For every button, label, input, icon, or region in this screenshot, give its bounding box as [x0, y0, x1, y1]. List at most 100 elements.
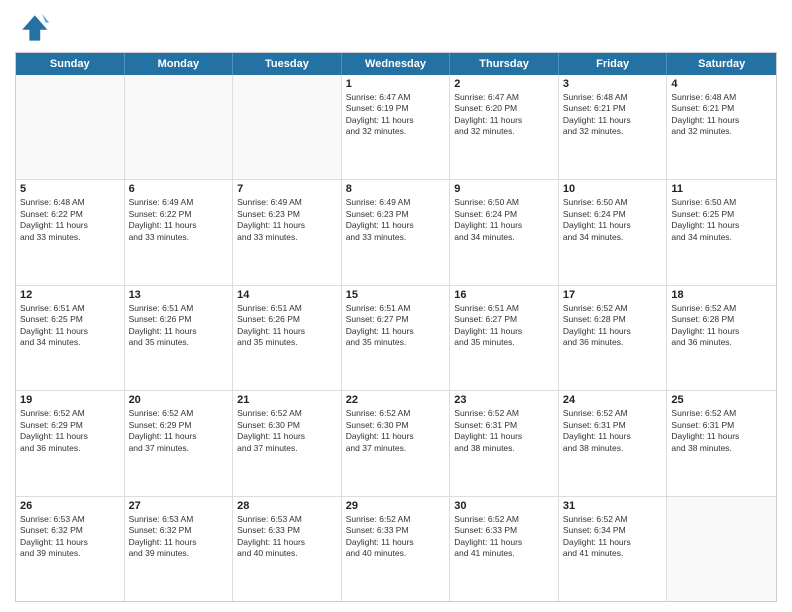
calendar-cell: 13 Sunrise: 6:51 AMSunset: 6:26 PMDayligh…	[125, 286, 234, 390]
cell-info: Sunrise: 6:52 AMSunset: 6:31 PMDaylight:…	[671, 408, 772, 454]
cell-info: Sunrise: 6:52 AMSunset: 6:29 PMDaylight:…	[20, 408, 120, 454]
calendar-cell	[667, 497, 776, 601]
calendar-cell: 4 Sunrise: 6:48 AMSunset: 6:21 PMDaylight…	[667, 75, 776, 179]
calendar-cell: 10Sunrise: 6:50 AMSunset: 6:24 PMDayligh…	[559, 180, 668, 284]
calendar-cell: 5 Sunrise: 6:48 AMSunset: 6:22 PMDaylight…	[16, 180, 125, 284]
day-number: 22	[346, 394, 446, 406]
calendar-cell: 21Sunrise: 6:52 AMSunset: 6:30 PMDayligh…	[233, 391, 342, 495]
day-number: 23	[454, 394, 554, 406]
cell-info: Sunrise: 6:53 AMSunset: 6:32 PMDaylight:…	[129, 514, 229, 560]
calendar: SundayMondayTuesdayWednesdayThursdayFrid…	[15, 52, 777, 602]
day-number: 5	[20, 183, 120, 195]
calendar-row: 19Sunrise: 6:52 AMSunset: 6:29 PMDayligh…	[16, 391, 776, 496]
calendar-cell: 3 Sunrise: 6:48 AMSunset: 6:21 PMDaylight…	[559, 75, 668, 179]
cell-info: Sunrise: 6:49 AMSunset: 6:23 PMDaylight:…	[237, 197, 337, 243]
weekday-header: Tuesday	[233, 53, 342, 75]
weekday-header: Monday	[125, 53, 234, 75]
calendar-row: 12 Sunrise: 6:51 AMSunset: 6:25 PMDayligh…	[16, 286, 776, 391]
day-number: 2	[454, 78, 554, 90]
day-number: 1	[346, 78, 446, 90]
day-number: 4	[671, 78, 772, 90]
day-number: 18	[671, 289, 772, 301]
cell-info: Sunrise: 6:52 AMSunset: 6:28 PMDaylight:…	[671, 303, 772, 349]
calendar-cell: 23 Sunrise: 6:52 AMSunset: 6:31 PMDayligh…	[450, 391, 559, 495]
calendar-cell: 7 Sunrise: 6:49 AMSunset: 6:23 PMDaylight…	[233, 180, 342, 284]
day-number: 27	[129, 500, 229, 512]
cell-info: Sunrise: 6:47 AMSunset: 6:20 PMDaylight:…	[454, 92, 554, 138]
calendar-cell: 31Sunrise: 6:52 AMSunset: 6:34 PMDayligh…	[559, 497, 668, 601]
cell-info: Sunrise: 6:49 AMSunset: 6:23 PMDaylight:…	[346, 197, 446, 243]
calendar-cell: 22 Sunrise: 6:52 AMSunset: 6:30 PMDayligh…	[342, 391, 451, 495]
calendar-cell: 20 Sunrise: 6:52 AMSunset: 6:29 PMDayligh…	[125, 391, 234, 495]
cell-info: Sunrise: 6:51 AMSunset: 6:25 PMDaylight:…	[20, 303, 120, 349]
day-number: 10	[563, 183, 663, 195]
day-number: 14	[237, 289, 337, 301]
calendar-cell: 8 Sunrise: 6:49 AMSunset: 6:23 PMDaylight…	[342, 180, 451, 284]
calendar-cell: 16 Sunrise: 6:51 AMSunset: 6:27 PMDayligh…	[450, 286, 559, 390]
calendar-cell	[233, 75, 342, 179]
calendar-cell: 24 Sunrise: 6:52 AMSunset: 6:31 PMDayligh…	[559, 391, 668, 495]
day-number: 6	[129, 183, 229, 195]
day-number: 15	[346, 289, 446, 301]
calendar-cell	[125, 75, 234, 179]
calendar-cell: 19Sunrise: 6:52 AMSunset: 6:29 PMDayligh…	[16, 391, 125, 495]
day-number: 29	[346, 500, 446, 512]
calendar-cell: 2 Sunrise: 6:47 AMSunset: 6:20 PMDaylight…	[450, 75, 559, 179]
day-number: 3	[563, 78, 663, 90]
calendar-body: 1Sunrise: 6:47 AMSunset: 6:19 PMDaylight…	[16, 75, 776, 601]
day-number: 13	[129, 289, 229, 301]
weekday-header: Saturday	[667, 53, 776, 75]
calendar-cell: 1Sunrise: 6:47 AMSunset: 6:19 PMDaylight…	[342, 75, 451, 179]
cell-info: Sunrise: 6:52 AMSunset: 6:31 PMDaylight:…	[454, 408, 554, 454]
day-number: 20	[129, 394, 229, 406]
weekday-header: Sunday	[16, 53, 125, 75]
cell-info: Sunrise: 6:53 AMSunset: 6:32 PMDaylight:…	[20, 514, 120, 560]
weekday-header: Friday	[559, 53, 668, 75]
cell-info: Sunrise: 6:52 AMSunset: 6:30 PMDaylight:…	[346, 408, 446, 454]
calendar-cell: 15 Sunrise: 6:51 AMSunset: 6:27 PMDayligh…	[342, 286, 451, 390]
day-number: 12	[20, 289, 120, 301]
calendar-cell: 14Sunrise: 6:51 AMSunset: 6:26 PMDayligh…	[233, 286, 342, 390]
cell-info: Sunrise: 6:52 AMSunset: 6:31 PMDaylight:…	[563, 408, 663, 454]
cell-info: Sunrise: 6:53 AMSunset: 6:33 PMDaylight:…	[237, 514, 337, 560]
day-number: 21	[237, 394, 337, 406]
calendar-row: 1Sunrise: 6:47 AMSunset: 6:19 PMDaylight…	[16, 75, 776, 180]
page: SundayMondayTuesdayWednesdayThursdayFrid…	[0, 0, 792, 612]
weekday-header: Thursday	[450, 53, 559, 75]
day-number: 31	[563, 500, 663, 512]
calendar-cell: 27 Sunrise: 6:53 AMSunset: 6:32 PMDayligh…	[125, 497, 234, 601]
calendar-row: 5 Sunrise: 6:48 AMSunset: 6:22 PMDaylight…	[16, 180, 776, 285]
calendar-cell: 30Sunrise: 6:52 AMSunset: 6:33 PMDayligh…	[450, 497, 559, 601]
day-number: 8	[346, 183, 446, 195]
day-number: 16	[454, 289, 554, 301]
cell-info: Sunrise: 6:48 AMSunset: 6:21 PMDaylight:…	[563, 92, 663, 138]
cell-info: Sunrise: 6:52 AMSunset: 6:29 PMDaylight:…	[129, 408, 229, 454]
calendar-row: 26 Sunrise: 6:53 AMSunset: 6:32 PMDayligh…	[16, 497, 776, 601]
day-number: 30	[454, 500, 554, 512]
cell-info: Sunrise: 6:50 AMSunset: 6:25 PMDaylight:…	[671, 197, 772, 243]
calendar-cell: 12 Sunrise: 6:51 AMSunset: 6:25 PMDayligh…	[16, 286, 125, 390]
cell-info: Sunrise: 6:51 AMSunset: 6:27 PMDaylight:…	[454, 303, 554, 349]
calendar-cell: 29 Sunrise: 6:52 AMSunset: 6:33 PMDayligh…	[342, 497, 451, 601]
cell-info: Sunrise: 6:48 AMSunset: 6:21 PMDaylight:…	[671, 92, 772, 138]
logo	[15, 10, 53, 46]
calendar-cell: 25Sunrise: 6:52 AMSunset: 6:31 PMDayligh…	[667, 391, 776, 495]
calendar-cell	[16, 75, 125, 179]
cell-info: Sunrise: 6:51 AMSunset: 6:26 PMDaylight:…	[129, 303, 229, 349]
cell-info: Sunrise: 6:48 AMSunset: 6:22 PMDaylight:…	[20, 197, 120, 243]
calendar-cell: 26 Sunrise: 6:53 AMSunset: 6:32 PMDayligh…	[16, 497, 125, 601]
day-number: 17	[563, 289, 663, 301]
day-number: 7	[237, 183, 337, 195]
calendar-cell: 6 Sunrise: 6:49 AMSunset: 6:22 PMDaylight…	[125, 180, 234, 284]
day-number: 24	[563, 394, 663, 406]
cell-info: Sunrise: 6:52 AMSunset: 6:28 PMDaylight:…	[563, 303, 663, 349]
cell-info: Sunrise: 6:51 AMSunset: 6:27 PMDaylight:…	[346, 303, 446, 349]
day-number: 9	[454, 183, 554, 195]
weekday-header: Wednesday	[342, 53, 451, 75]
calendar-cell: 9Sunrise: 6:50 AMSunset: 6:24 PMDaylight…	[450, 180, 559, 284]
cell-info: Sunrise: 6:52 AMSunset: 6:33 PMDaylight:…	[346, 514, 446, 560]
day-number: 26	[20, 500, 120, 512]
cell-info: Sunrise: 6:49 AMSunset: 6:22 PMDaylight:…	[129, 197, 229, 243]
header	[15, 10, 777, 46]
calendar-cell: 18 Sunrise: 6:52 AMSunset: 6:28 PMDayligh…	[667, 286, 776, 390]
